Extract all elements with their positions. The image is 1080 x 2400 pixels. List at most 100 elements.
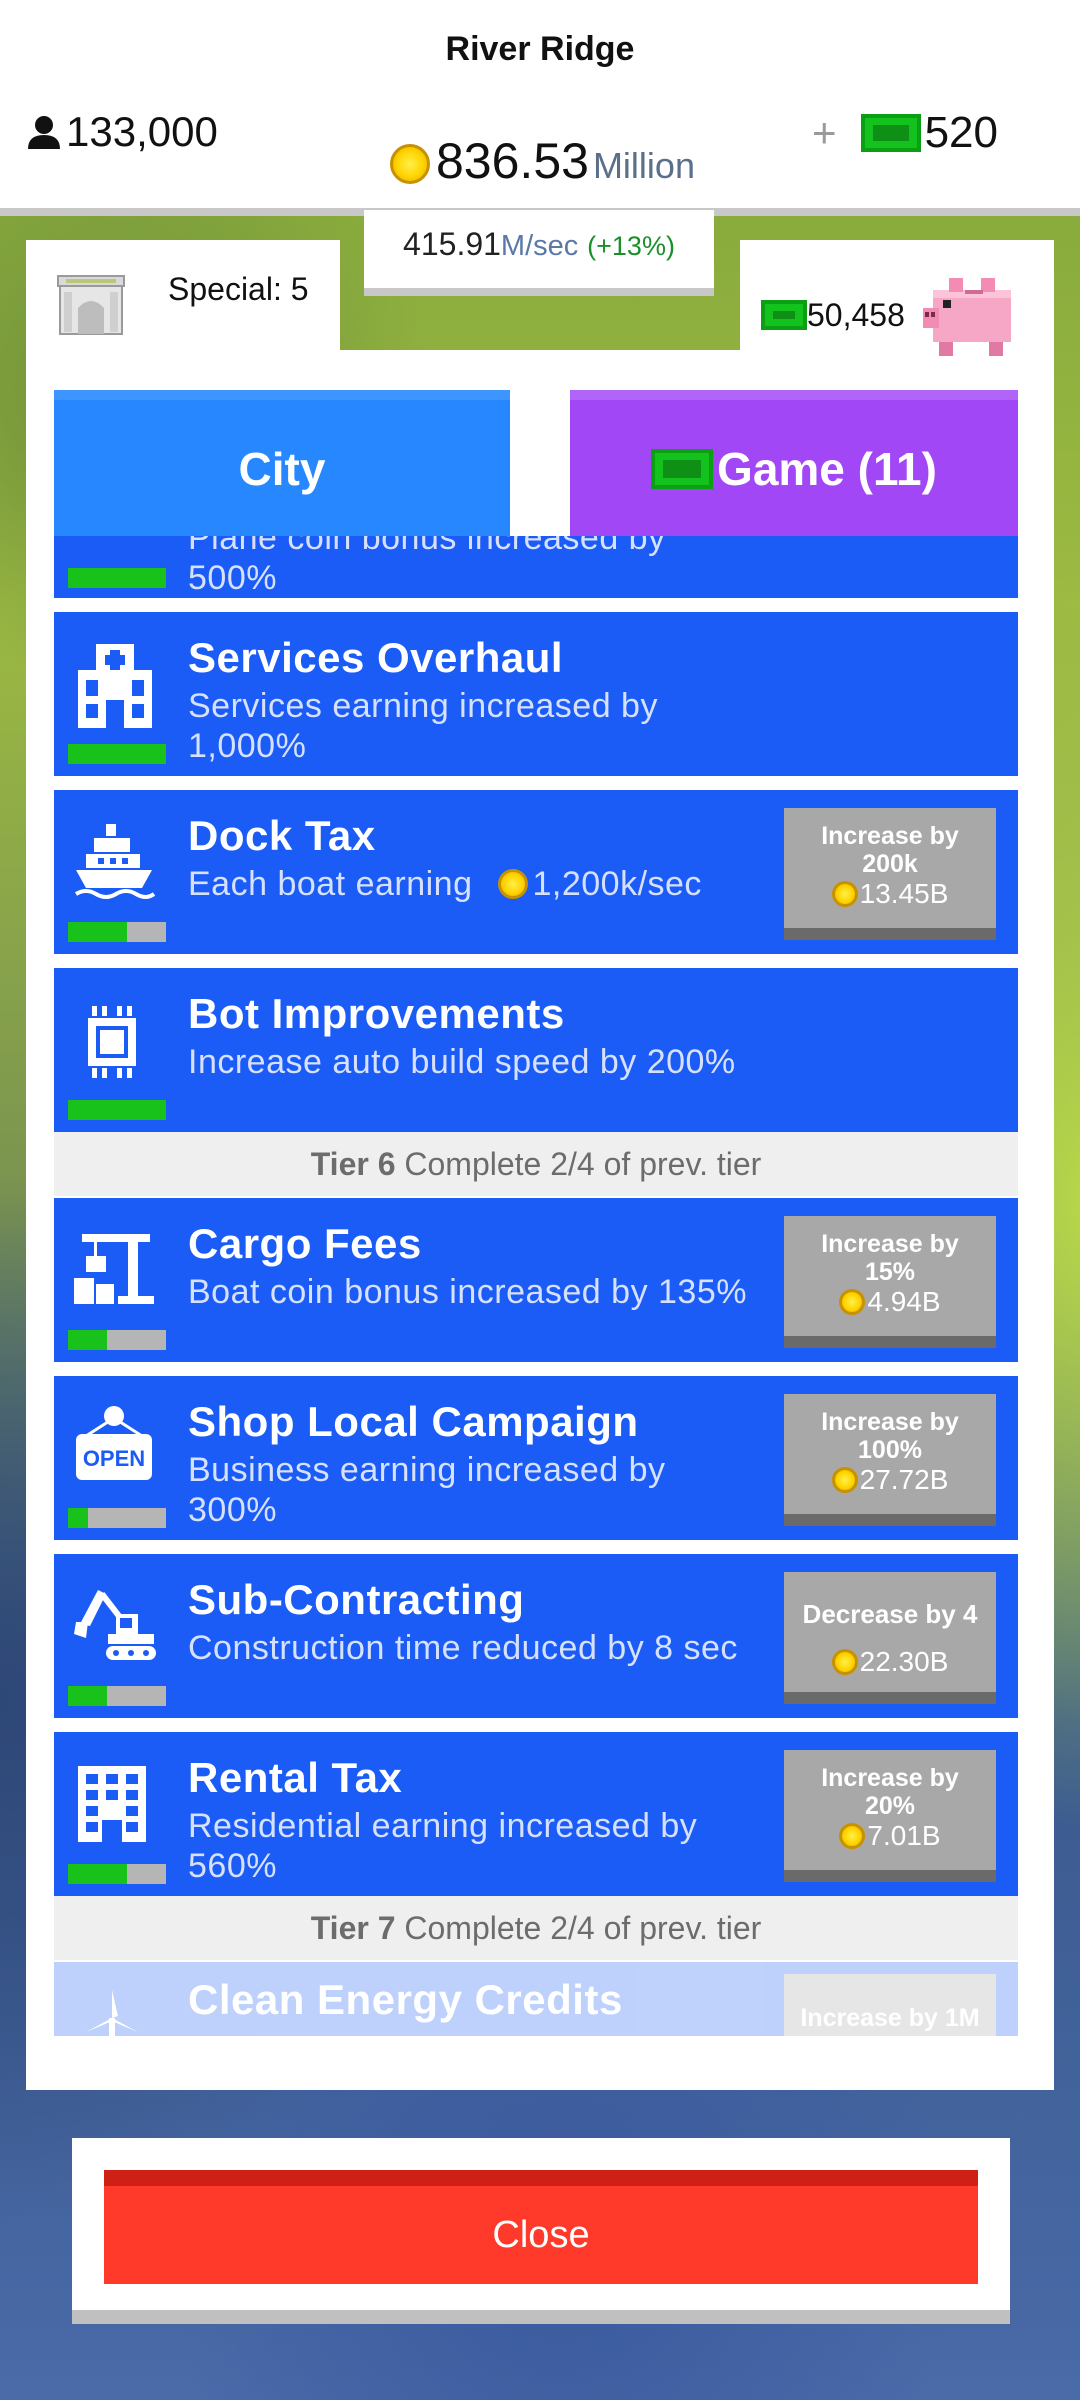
upgrade-progress-bar xyxy=(68,922,166,942)
coin-icon xyxy=(390,144,430,184)
upgrade-title: Sub-Contracting xyxy=(188,1576,525,1623)
upgrade-desc-text: Each boat earning xyxy=(188,865,473,903)
tier-header: Tier 6 Complete 2/4 of prev. tier xyxy=(54,1132,1018,1196)
tier-label: Tier 6 xyxy=(310,1146,396,1182)
upgrade-list[interactable]: Plane coin bonus increased by 500% Servi… xyxy=(54,536,1018,2036)
coin-balance: 836.53 Million xyxy=(390,132,695,190)
upgrade-progress-bar xyxy=(68,1508,166,1528)
buy-cost-value: 13.45B xyxy=(859,878,949,909)
upgrade-desc: Business earning increased by xyxy=(188,1451,666,1489)
close-container: Close xyxy=(72,2138,1010,2324)
coin-icon xyxy=(831,881,858,907)
upgrade-title: Services Overhaul xyxy=(188,634,564,681)
upgrade-title: Bot Improvements xyxy=(188,990,565,1037)
upgrade-desc-value: 500% xyxy=(188,559,277,597)
buy-upgrade-button[interactable]: Decrease by 4 22.30B xyxy=(784,1572,996,1704)
add-cash-button[interactable]: + xyxy=(812,109,837,157)
upgrade-row-cargo-fees[interactable]: Cargo Fees Boat coin bonus increased by … xyxy=(54,1198,1018,1362)
hospital-icon xyxy=(78,644,152,728)
upgrade-desc-value: 300% xyxy=(188,1491,277,1529)
piggy-bank-icon[interactable] xyxy=(919,270,1023,360)
cash-bill-icon xyxy=(651,449,714,489)
buy-upgrade-button[interactable]: Increase by 100% 27.72B xyxy=(784,1394,996,1526)
tier-requirement: Complete 2/4 of prev. tier xyxy=(404,1910,762,1946)
buy-line1: Increase by xyxy=(821,1408,959,1436)
crane-icon xyxy=(74,1234,154,1304)
upgrade-row-dock-tax[interactable]: Dock Tax Each boat earning 1,200k/sec In… xyxy=(54,790,1018,954)
upgrades-panel: Special: 5 50,458 City Game (11) Plane c… xyxy=(26,240,1054,2090)
upgrade-title: Clean Energy Credits xyxy=(188,1976,623,2023)
upgrade-progress-bar xyxy=(68,744,166,764)
buy-cost: 22.30B xyxy=(784,1648,996,1676)
tab-game[interactable]: Game (11) xyxy=(570,390,1018,538)
upgrade-row-clean-energy-credits: Clean Energy Credits Increase by 1M xyxy=(54,1962,1018,2036)
city-name: River Ridge xyxy=(445,30,635,68)
excavator-icon xyxy=(74,1590,156,1660)
coin-icon xyxy=(498,869,529,899)
population-counter: 133,000 xyxy=(26,108,218,156)
buy-upgrade-button[interactable]: Increase by 200k 13.45B xyxy=(784,808,996,940)
svg-text:OPEN: OPEN xyxy=(83,1446,145,1471)
close-button[interactable]: Close xyxy=(104,2170,978,2284)
upgrade-row-plane[interactable]: Plane coin bonus increased by 500% xyxy=(54,536,1018,598)
buy-line1: Increase by xyxy=(821,822,959,850)
population-value: 133,000 xyxy=(66,108,218,155)
upgrade-progress-bar xyxy=(68,1330,166,1350)
apartment-icon xyxy=(78,1766,146,1842)
tab-city[interactable]: City xyxy=(54,390,510,538)
upgrade-row-bot-improvements[interactable]: Bot Improvements Increase auto build spe… xyxy=(54,968,1018,1132)
upgrade-progress-bar xyxy=(68,1100,166,1120)
buy-upgrade-button[interactable]: Increase by 15% 4.94B xyxy=(784,1216,996,1348)
coin-icon xyxy=(839,1823,866,1849)
cash-bill-icon xyxy=(860,114,921,152)
wind-turbine-icon xyxy=(86,1990,138,2036)
upgrade-desc: Increase auto build speed by 200% xyxy=(188,1043,736,1081)
panel-cash-balance: 50,458 xyxy=(761,270,1023,360)
tier-requirement: Complete 2/4 of prev. tier xyxy=(404,1146,762,1182)
special-counter[interactable]: Special: 5 xyxy=(56,270,309,336)
buy-upgrade-button[interactable]: Increase by 20% 7.01B xyxy=(784,1750,996,1882)
upgrade-progress-bar xyxy=(68,568,166,588)
person-icon xyxy=(28,116,60,149)
upgrade-progress-bar xyxy=(68,1686,166,1706)
upgrade-progress-bar xyxy=(68,1864,166,1884)
buy-line1: Decrease by 4 xyxy=(802,1599,978,1629)
buy-line2: 15% xyxy=(864,1258,916,1286)
special-label: Special: 5 xyxy=(168,270,309,307)
buy-cost-value: 27.72B xyxy=(859,1464,949,1495)
tier-header: Tier 7 Complete 2/4 of prev. tier xyxy=(54,1896,1018,1960)
buy-line2: 20% xyxy=(864,1792,916,1820)
buy-cost: 4.94B xyxy=(784,1288,996,1316)
buy-cost-value: 4.94B xyxy=(867,1286,941,1317)
buy-cost-value: 22.30B xyxy=(859,1646,949,1677)
upgrade-row-rental-tax[interactable]: Rental Tax Residential earning increased… xyxy=(54,1732,1018,1896)
chip-icon xyxy=(88,1006,136,1078)
coin-icon xyxy=(839,1289,866,1315)
upgrade-row-sub-contracting[interactable]: Sub-Contracting Construction time reduce… xyxy=(54,1554,1018,1718)
buy-line2: 100% xyxy=(858,1436,922,1464)
buy-cost-value: 7.01B xyxy=(867,1820,941,1851)
buy-cost: 13.45B xyxy=(784,880,996,908)
buy-line1: Increase by 1M xyxy=(800,2004,980,2032)
panel-cash-value: 50,458 xyxy=(807,296,905,333)
buy-line1: Increase by xyxy=(821,1764,959,1792)
buy-cost: 7.01B xyxy=(784,1822,996,1850)
upgrade-title: Rental Tax xyxy=(188,1754,403,1801)
tab-game-label: Game (11) xyxy=(717,443,937,495)
coin-value: 836.53 xyxy=(436,133,589,189)
upgrade-desc: Plane coin bonus increased by xyxy=(188,536,666,557)
coin-icon xyxy=(831,1467,858,1493)
upgrade-title: Dock Tax xyxy=(188,812,376,859)
upgrade-desc-value: 1,000% xyxy=(188,727,307,765)
tier-label: Tier 7 xyxy=(310,1910,396,1946)
upgrade-desc-value: 1,200k/sec xyxy=(532,865,702,903)
upgrade-row-services-overhaul[interactable]: Services Overhaul Services earning incre… xyxy=(54,612,1018,776)
cash-balance[interactable]: + 520 xyxy=(812,108,998,158)
cash-bill-icon xyxy=(761,300,807,330)
boat-icon xyxy=(74,824,156,899)
open-sign-icon: OPEN xyxy=(76,1406,152,1480)
upgrade-row-shop-local-campaign[interactable]: OPEN Shop Local Campaign Business earnin… xyxy=(54,1376,1018,1540)
upgrade-title: Cargo Fees xyxy=(188,1220,422,1267)
upgrade-desc: Residential earning increased by xyxy=(188,1807,698,1845)
cash-value: 520 xyxy=(924,108,998,157)
